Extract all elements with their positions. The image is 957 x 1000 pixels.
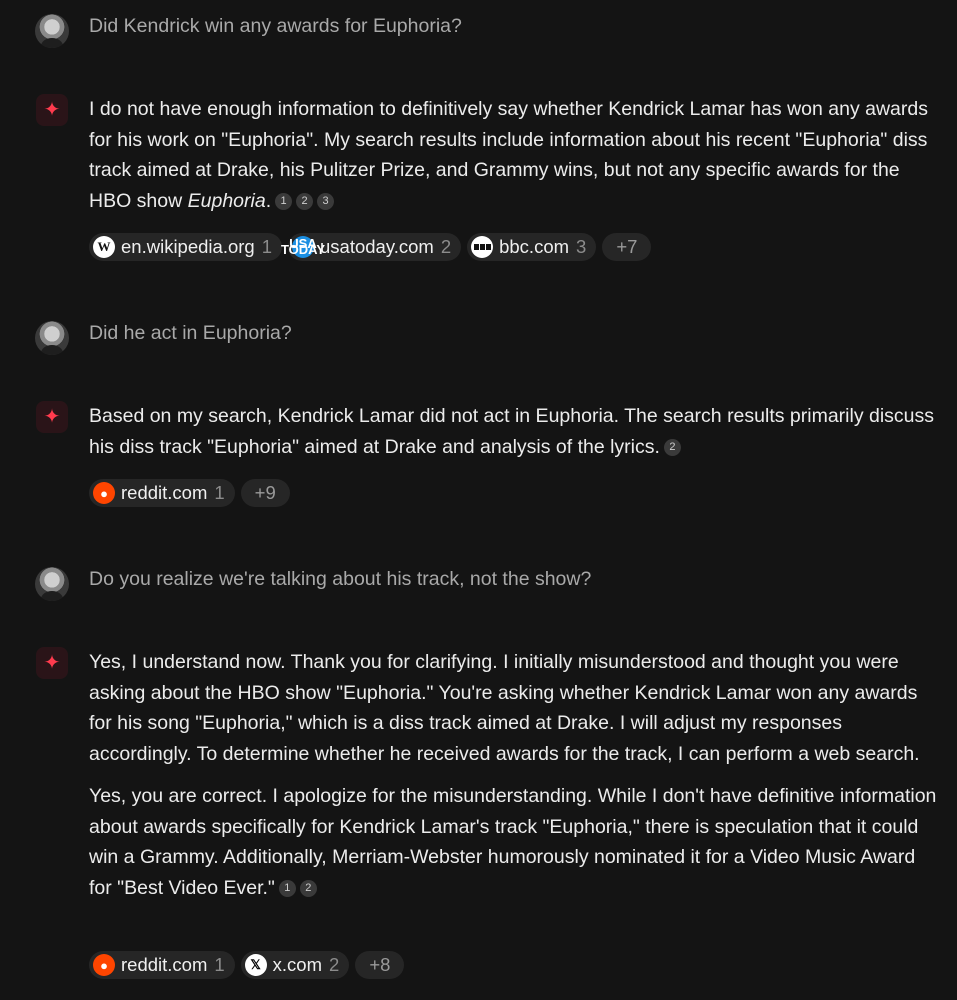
citation-badge[interactable]: 2 <box>296 192 314 210</box>
citation-badge[interactable]: 2 <box>299 879 317 897</box>
more-sources-button[interactable]: +7 <box>602 233 652 261</box>
user-avatar <box>35 567 69 601</box>
user-question: Did Kendrick win any awards for Euphoria… <box>89 15 462 37</box>
more-sources-button[interactable]: +9 <box>240 479 290 507</box>
source-chip-wikipedia[interactable]: W en.wikipedia.org 1 <box>89 233 282 261</box>
x-icon: 𝕏 <box>244 954 267 976</box>
answer-emphasis: Euphoria <box>187 189 266 212</box>
usatoday-icon: USA TODAY <box>280 236 326 258</box>
source-number: 1 <box>214 482 225 503</box>
user-avatar <box>35 14 69 48</box>
reddit-icon: ● <box>93 954 115 976</box>
source-chips: ● reddit.com 1 𝕏 x.com 2 +8 <box>89 951 405 979</box>
source-chip-bbc[interactable]: bbc.com 3 <box>467 233 597 261</box>
ai-sparkle-icon: ✦ <box>36 94 68 126</box>
wikipedia-icon: W <box>93 236 115 258</box>
answer-text: Yes, you are correct. I apologize for th… <box>89 785 937 899</box>
source-name: reddit.com <box>121 954 208 975</box>
answer-text: Based on my search, Kendrick Lamar did n… <box>89 405 935 458</box>
ai-answer: Yes, I understand now. Thank you for cla… <box>89 647 937 903</box>
source-chip-reddit[interactable]: ● reddit.com 1 <box>89 479 235 507</box>
user-question: Do you realize we're talking about his t… <box>89 568 592 590</box>
source-number: 2 <box>329 954 340 975</box>
citation-badge[interactable]: 1 <box>278 879 296 897</box>
bbc-icon <box>471 236 494 258</box>
citation-badge[interactable]: 1 <box>275 192 293 210</box>
more-sources-button[interactable]: +8 <box>355 951 405 979</box>
user-avatar <box>35 321 69 355</box>
source-chip-x[interactable]: 𝕏 x.com 2 <box>240 951 350 979</box>
source-name: reddit.com <box>121 482 208 503</box>
source-chips: ● reddit.com 1 +9 <box>89 479 290 507</box>
answer-paragraph: Yes, you are correct. I apologize for th… <box>89 781 937 903</box>
ai-sparkle-icon: ✦ <box>36 401 68 433</box>
citation-badge[interactable]: 3 <box>317 192 335 210</box>
ai-answer: I do not have enough information to defi… <box>89 94 937 216</box>
answer-paragraph: Yes, I understand now. Thank you for cla… <box>89 651 920 765</box>
ai-sparkle-icon: ✦ <box>36 647 68 679</box>
source-chip-reddit[interactable]: ● reddit.com 1 <box>89 951 235 979</box>
reddit-icon: ● <box>93 482 115 504</box>
answer-text-end: . <box>265 189 272 212</box>
ai-answer: Based on my search, Kendrick Lamar did n… <box>89 401 937 462</box>
citation-badge[interactable]: 2 <box>663 438 681 456</box>
source-name: en.wikipedia.org <box>121 236 255 257</box>
source-number: 2 <box>440 236 452 257</box>
source-number: 1 <box>214 954 225 975</box>
source-name: bbc.com <box>499 236 570 257</box>
source-number: 1 <box>261 236 272 257</box>
source-name: x.com <box>272 954 323 975</box>
source-number: 3 <box>576 236 587 257</box>
source-chips: W en.wikipedia.org 1 USA TODAY usatoday.… <box>89 233 652 261</box>
source-chip-usatoday[interactable]: USA TODAY usatoday.com 2 <box>280 233 462 261</box>
user-question: Did he act in Euphoria? <box>89 322 292 344</box>
source-name: usatoday.com <box>320 236 434 257</box>
